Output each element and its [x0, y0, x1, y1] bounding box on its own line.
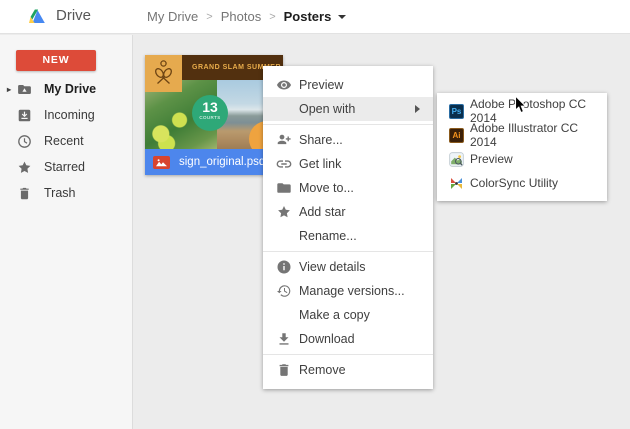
sidebar-item-label: Incoming [44, 108, 95, 122]
sidebar-nav: ▸ My Drive Incoming Recent Sta [0, 76, 132, 206]
star-icon [276, 204, 292, 220]
submenu-item-illustrator[interactable]: Ai Adobe Illustrator CC 2014 [437, 123, 607, 147]
menu-item-download[interactable]: Download [263, 327, 433, 351]
context-menu: Preview Open with Share... Get link Move… [263, 66, 433, 389]
sidebar-item-label: Starred [44, 160, 85, 174]
menu-item-label: Open with [299, 102, 355, 116]
menu-divider [263, 354, 433, 355]
menu-item-remove[interactable]: Remove [263, 358, 433, 382]
breadcrumb: My Drive > Photos > Posters [147, 0, 346, 33]
menu-item-label: View details [299, 260, 365, 274]
menu-item-manage-versions[interactable]: Manage versions... [263, 279, 433, 303]
open-with-submenu: Ps Adobe Photoshop CC 2014 Ai Adobe Illu… [437, 93, 607, 201]
menu-item-add-star[interactable]: Add star [263, 200, 433, 224]
courts-badge: 13 COURTS [192, 95, 228, 131]
menu-item-open-with[interactable]: Open with [263, 97, 433, 121]
badge-number: 13 [192, 100, 228, 114]
menu-item-label: Preview [299, 78, 343, 92]
menu-item-label: Rename... [299, 229, 357, 243]
sidebar-item-incoming[interactable]: Incoming [0, 102, 132, 128]
menu-item-rename[interactable]: Rename... [263, 224, 433, 248]
sidebar-item-trash[interactable]: Trash [0, 180, 132, 206]
my-drive-folder-icon [17, 82, 32, 97]
incoming-inbox-icon [17, 108, 32, 123]
menu-item-label: Remove [299, 363, 346, 377]
menu-item-make-a-copy[interactable]: Make a copy [263, 303, 433, 327]
menu-item-preview[interactable]: Preview [263, 73, 433, 97]
history-icon [276, 283, 292, 299]
image-file-icon [153, 156, 170, 169]
google-drive-logo-icon [29, 9, 45, 29]
menu-icon-spacer [276, 307, 292, 323]
menu-item-label: Make a copy [299, 308, 370, 322]
link-icon [276, 156, 292, 172]
menu-item-label: Manage versions... [299, 284, 405, 298]
menu-item-get-link[interactable]: Get link [263, 152, 433, 176]
submenu-item-label: ColorSync Utility [470, 176, 558, 190]
download-icon [276, 331, 292, 347]
submenu-arrow-icon [415, 105, 420, 113]
sidebar: NEW ▸ My Drive Incoming Recent [0, 35, 133, 429]
person-add-icon [276, 132, 292, 148]
sidebar-item-my-drive[interactable]: ▸ My Drive [0, 76, 132, 102]
eye-icon [276, 77, 292, 93]
menu-item-share[interactable]: Share... [263, 128, 433, 152]
submenu-item-preview[interactable]: Preview [437, 147, 607, 171]
menu-item-label: Move to... [299, 181, 354, 195]
menu-item-label: Download [299, 332, 355, 346]
folder-menu-caret-icon[interactable] [338, 15, 346, 19]
sidebar-item-label: Recent [44, 134, 84, 148]
submenu-item-photoshop[interactable]: Ps Adobe Photoshop CC 2014 [437, 99, 607, 123]
breadcrumb-separator: > [206, 11, 212, 23]
expand-arrow-icon[interactable]: ▸ [7, 85, 17, 94]
photoshop-icon: Ps [449, 104, 464, 119]
app-title: Drive [56, 7, 91, 24]
breadcrumb-separator: > [269, 11, 275, 23]
info-icon [276, 259, 292, 275]
sidebar-item-label: Trash [44, 186, 76, 200]
trash-icon [276, 362, 292, 378]
menu-item-label: Add star [299, 205, 346, 219]
recent-clock-icon [17, 134, 32, 149]
star-icon [17, 160, 32, 175]
breadcrumb-current-folder[interactable]: Posters [284, 9, 347, 24]
sidebar-item-recent[interactable]: Recent [0, 128, 132, 154]
submenu-item-colorsync[interactable]: ColorSync Utility [437, 171, 607, 195]
trash-icon [17, 186, 32, 201]
breadcrumb-photos[interactable]: Photos [221, 9, 261, 24]
menu-item-view-details[interactable]: View details [263, 255, 433, 279]
menu-item-label: Share... [299, 133, 343, 147]
sidebar-item-starred[interactable]: Starred [0, 154, 132, 180]
sidebar-item-label: My Drive [44, 82, 96, 96]
badge-label: COURTS [192, 114, 228, 121]
breadcrumb-current-label: Posters [284, 9, 332, 24]
mac-preview-icon [449, 152, 464, 167]
tennis-rackets-icon [145, 55, 182, 92]
submenu-item-label: Preview [470, 152, 513, 166]
colorsync-icon [449, 176, 464, 191]
file-name: sign_original.psd [179, 156, 265, 168]
app-header: Drive My Drive > Photos > Posters [0, 0, 630, 34]
menu-icon-spacer [276, 228, 292, 244]
menu-divider [263, 251, 433, 252]
menu-item-move-to[interactable]: Move to... [263, 176, 433, 200]
new-button[interactable]: NEW [16, 50, 96, 71]
menu-divider [263, 124, 433, 125]
illustrator-icon: Ai [449, 128, 464, 143]
submenu-item-label: Adobe Illustrator CC 2014 [470, 121, 607, 149]
menu-item-label: Get link [299, 157, 341, 171]
menu-icon-spacer [276, 101, 292, 117]
breadcrumb-my-drive[interactable]: My Drive [147, 9, 198, 24]
folder-icon [276, 180, 292, 196]
